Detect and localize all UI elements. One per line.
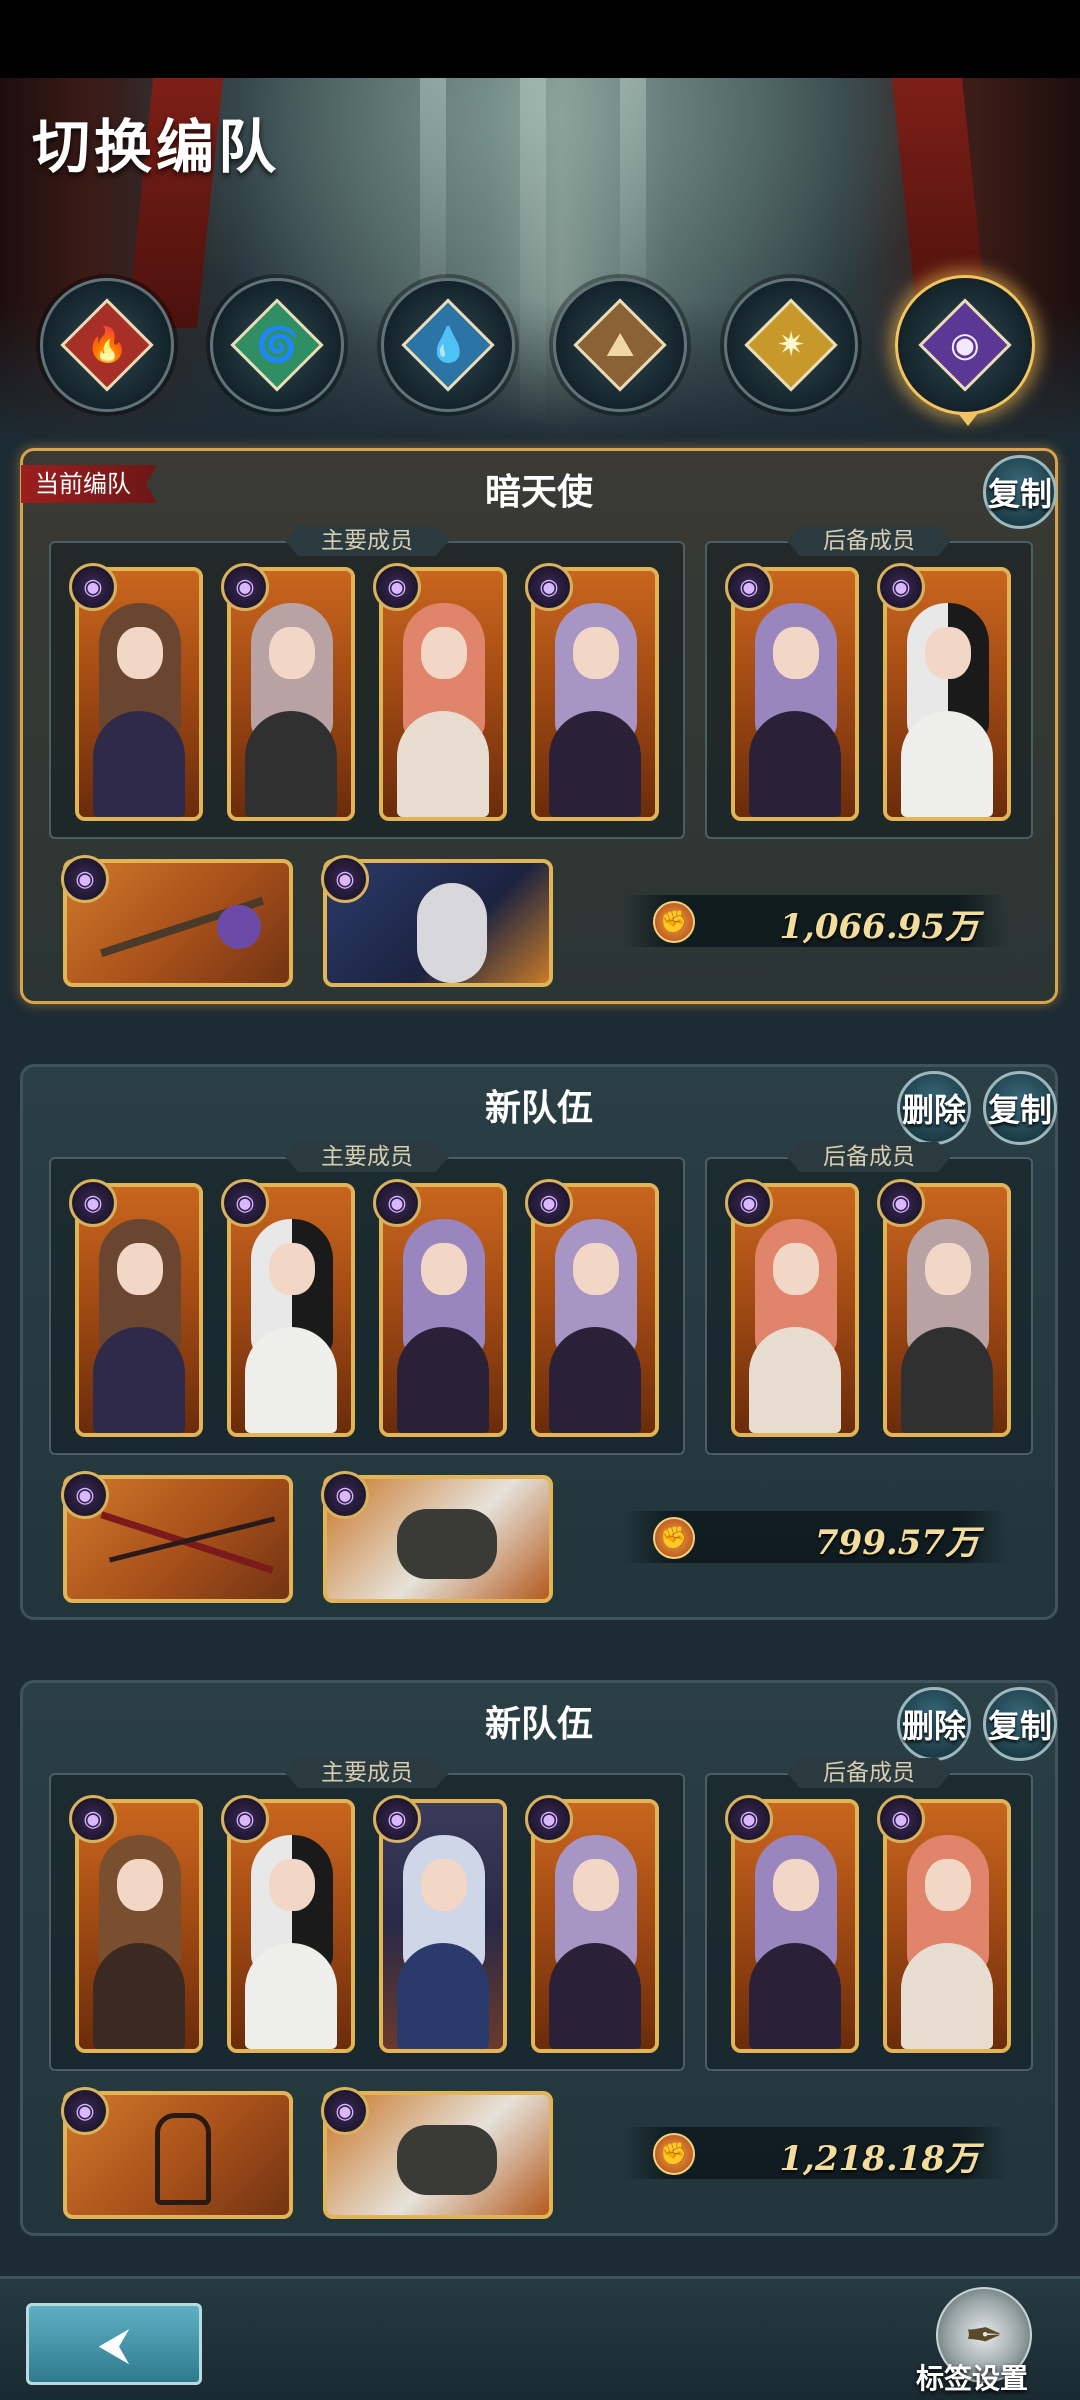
dark-attribute-icon: ◉ [321,855,369,903]
main-members-label: 主要成员 [285,1142,449,1172]
dark-attribute-icon: ◉ [221,563,269,611]
tab-wind[interactable]: 🌀 [210,278,344,412]
bottom-bar: ⮜ ✒ 标签设置 [0,2276,1080,2400]
dark-attribute-icon: ◉ [321,1471,369,1519]
team-card[interactable]: 当前编队 暗天使 复制 主要成员 后备成员 ◉ ◉ ◉ ◉ ◉ ◉ ◉ ◉ ✊ [20,448,1058,1004]
team-header: 新队伍 删除 复制 [23,1067,1057,1145]
light-element-icon: ✷ [776,325,806,365]
fire-element-icon: 🔥 [85,325,129,365]
power-fist-icon: ✊ [653,901,695,943]
delete-button[interactable]: 删除 [897,1071,971,1145]
dark-attribute-icon: ◉ [221,1179,269,1227]
team-power: ✊ 799.57万 [623,1511,1007,1563]
team-power-value: 1,218.18万 [779,2139,979,2179]
dark-attribute-icon: ◉ [69,1179,117,1227]
dark-attribute-icon: ◉ [877,1179,925,1227]
power-fist-icon: ✊ [653,1517,695,1559]
dark-attribute-icon: ◉ [725,563,773,611]
team-power-value: 1,066.95万 [779,907,979,947]
page-title: 切换编队 [32,113,281,181]
tag-settings-button[interactable]: ✒ 标签设置 [916,2287,1070,2397]
dark-attribute-icon: ◉ [321,2087,369,2135]
reserve-members-label: 后备成员 [787,526,951,556]
team-card[interactable]: 新队伍 删除 复制 主要成员 后备成员 ◉ ◉ ◉ ◉ ◉ ◉ ◉ ◉ ✊ 79… [20,1064,1058,1620]
back-arrow-icon: ⮜ [98,2318,130,2370]
tab-water[interactable]: 💧 [381,278,515,412]
tab-earth[interactable]: ⛰ [553,278,687,412]
dark-attribute-icon: ◉ [877,1795,925,1843]
team-power: ✊ 1,218.18万 [623,2127,1007,2179]
main-members-label: 主要成员 [285,1758,449,1788]
tab-dark[interactable]: ◉ [895,275,1035,426]
dark-attribute-icon: ◉ [525,1179,573,1227]
tag-settings-label: 标签设置 [916,2362,1029,2395]
tab-fire[interactable]: 🔥 [40,278,174,412]
dark-attribute-icon: ◉ [61,855,109,903]
wind-element-icon: 🌀 [255,325,299,365]
tab-light[interactable]: ✷ [724,278,858,412]
reserve-members-label: 后备成员 [787,1758,951,1788]
dark-attribute-icon: ◉ [61,2087,109,2135]
team-power-value: 799.57万 [814,1523,979,1563]
dark-attribute-icon: ◉ [525,1795,573,1843]
copy-button[interactable]: 复制 [983,1071,1057,1145]
power-fist-icon: ✊ [653,2133,695,2175]
dark-attribute-icon: ◉ [525,563,573,611]
team-power: ✊ 1,066.95万 [623,895,1007,947]
team-name: 暗天使 [484,472,593,513]
back-button[interactable]: ⮜ [26,2303,202,2385]
dark-attribute-icon: ◉ [877,563,925,611]
team-header: 当前编队 暗天使 复制 [21,451,1057,529]
dark-attribute-icon: ◉ [373,563,421,611]
dark-attribute-icon: ◉ [373,1795,421,1843]
element-tabs: 🔥 🌀 💧 ⛰ ✷ ◉ [0,275,1080,426]
team-card[interactable]: 新队伍 删除 复制 主要成员 后备成员 ◉ ◉ ◉ ◉ ◉ ◉ ◉ ◉ ✊ 1,… [20,1680,1058,2236]
copy-button[interactable]: 复制 [983,1687,1057,1761]
copy-button[interactable]: 复制 [983,455,1057,529]
status-bar [0,0,1080,78]
dark-attribute-icon: ◉ [725,1795,773,1843]
dark-attribute-icon: ◉ [69,1795,117,1843]
dark-attribute-icon: ◉ [373,1179,421,1227]
delete-button[interactable]: 删除 [897,1687,971,1761]
dark-element-icon: ◉ [950,324,980,365]
main-members-label: 主要成员 [285,526,449,556]
earth-element-icon: ⛰ [605,325,635,365]
water-element-icon: 💧 [426,325,470,365]
dark-attribute-icon: ◉ [725,1179,773,1227]
team-header: 新队伍 删除 复制 [23,1683,1057,1761]
dark-attribute-icon: ◉ [61,1471,109,1519]
dark-attribute-icon: ◉ [221,1795,269,1843]
reserve-members-label: 后备成员 [787,1142,951,1172]
dark-attribute-icon: ◉ [69,563,117,611]
